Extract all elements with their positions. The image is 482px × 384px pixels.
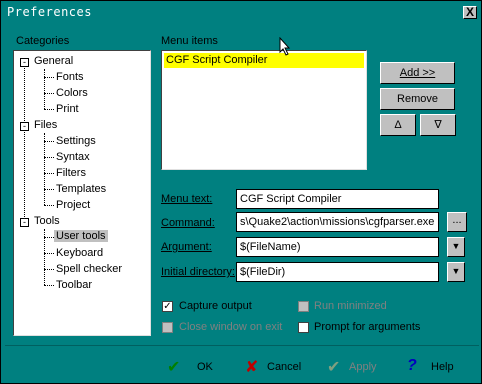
checkmark-icon: ✔: [167, 359, 181, 376]
categories-tree[interactable]: - General Fonts Colors Print - Files Set…: [13, 50, 151, 336]
tree-line: [44, 173, 54, 174]
window-title: Preferences: [7, 5, 92, 19]
footer-divider: [5, 345, 479, 346]
initial-directory-field[interactable]: $(FileDir): [236, 262, 439, 282]
tree-line: [44, 253, 54, 254]
tree-item-colors[interactable]: Colors: [56, 87, 88, 99]
prompt-for-arguments-label: Prompt for arguments: [314, 321, 421, 333]
menu-text-label: Menu text:: [161, 193, 213, 205]
tree-item-filters[interactable]: Filters: [56, 167, 86, 179]
argument-dropdown-button[interactable]: ▼: [447, 237, 465, 257]
prompt-for-arguments-checkbox[interactable]: [298, 322, 309, 333]
chevron-down-icon: ▼: [451, 241, 461, 251]
mouse-cursor-icon: [279, 36, 291, 60]
help-icon: ?: [407, 357, 417, 374]
tree-item-files[interactable]: Files: [34, 119, 57, 131]
tree-line: [44, 69, 45, 109]
help-label: Help: [431, 361, 454, 373]
tree-item-settings[interactable]: Settings: [56, 135, 96, 147]
tree-line: [44, 133, 45, 205]
run-minimized-checkbox[interactable]: [298, 301, 309, 312]
tree-item-syntax[interactable]: Syntax: [56, 151, 90, 163]
tree-item-keyboard[interactable]: Keyboard: [56, 247, 103, 259]
down-triangle-icon: ∇: [434, 119, 442, 131]
ok-button[interactable]: ✔ OK: [167, 353, 227, 379]
tree-line: [24, 59, 25, 221]
tree-item-project[interactable]: Project: [56, 199, 90, 211]
tree-item-general[interactable]: General: [34, 55, 73, 67]
apply-label: Apply: [349, 361, 377, 373]
tree-item-print[interactable]: Print: [56, 103, 79, 115]
capture-output-label: Capture output: [179, 300, 252, 312]
move-down-button[interactable]: ∇: [420, 114, 456, 136]
tree-line: [44, 269, 54, 270]
tree-line: [44, 157, 54, 158]
close-button[interactable]: X: [463, 6, 477, 19]
run-minimized-label: Run minimized: [314, 300, 387, 312]
x-mark-icon: ✘: [245, 359, 259, 376]
remove-button[interactable]: Remove: [380, 88, 455, 110]
general-expander-icon[interactable]: -: [20, 58, 29, 67]
tree-line: [44, 93, 54, 94]
tree-item-templates[interactable]: Templates: [56, 183, 106, 195]
tree-item-user-tools[interactable]: User tools: [54, 230, 108, 242]
tree-line: [44, 189, 54, 190]
menu-text-field[interactable]: CGF Script Compiler: [236, 189, 439, 209]
checkmark-icon: ✔: [327, 359, 341, 376]
tree-line: [44, 237, 54, 238]
up-triangle-icon: Δ: [394, 119, 402, 131]
add-button[interactable]: Add >>: [380, 62, 455, 84]
help-button[interactable]: ? Help: [407, 353, 467, 379]
categories-label: Categories: [16, 35, 70, 47]
add-button-label: Add >>: [399, 67, 436, 79]
tree-line: [44, 109, 54, 110]
browse-button[interactable]: ...: [447, 212, 467, 232]
initial-directory-label: Initial directory:: [161, 266, 235, 278]
capture-output-checkbox[interactable]: ✓: [162, 301, 173, 312]
menu-item-row[interactable]: CGF Script Compiler: [164, 53, 364, 68]
close-window-on-exit-checkbox[interactable]: [162, 322, 173, 333]
preferences-window: Preferences X Categories - General Fonts…: [0, 0, 482, 384]
ok-label: OK: [197, 361, 213, 373]
tree-line: [44, 77, 54, 78]
tree-line: [44, 205, 54, 206]
argument-field[interactable]: $(FileName): [236, 237, 439, 257]
initial-directory-dropdown-button[interactable]: ▼: [447, 262, 465, 282]
cancel-button[interactable]: ✘ Cancel: [245, 353, 315, 379]
chevron-down-icon: ▼: [451, 266, 461, 276]
tree-item-spell-checker[interactable]: Spell checker: [56, 263, 122, 275]
close-window-on-exit-label: Close window on exit: [179, 321, 283, 333]
cancel-label: Cancel: [267, 361, 302, 373]
menu-items-list[interactable]: CGF Script Compiler: [161, 50, 367, 170]
tree-item-tools[interactable]: Tools: [34, 215, 60, 227]
apply-button[interactable]: ✔ Apply: [327, 353, 387, 379]
command-field[interactable]: s\Quake2\action\missions\cgfparser.exe: [236, 212, 439, 232]
tree-item-fonts[interactable]: Fonts: [56, 71, 84, 83]
tree-item-toolbar[interactable]: Toolbar: [56, 279, 92, 291]
move-up-button[interactable]: Δ: [380, 114, 416, 136]
argument-label: Argument:: [161, 241, 212, 253]
title-bar[interactable]: Preferences X: [3, 3, 479, 21]
remove-button-label: Remove: [397, 93, 438, 105]
menu-items-label: Menu items: [161, 35, 218, 47]
command-label: Command:: [161, 217, 215, 229]
files-expander-icon[interactable]: -: [20, 122, 29, 131]
tree-line: [44, 141, 54, 142]
tree-line: [44, 285, 54, 286]
tools-expander-icon[interactable]: -: [20, 218, 29, 227]
